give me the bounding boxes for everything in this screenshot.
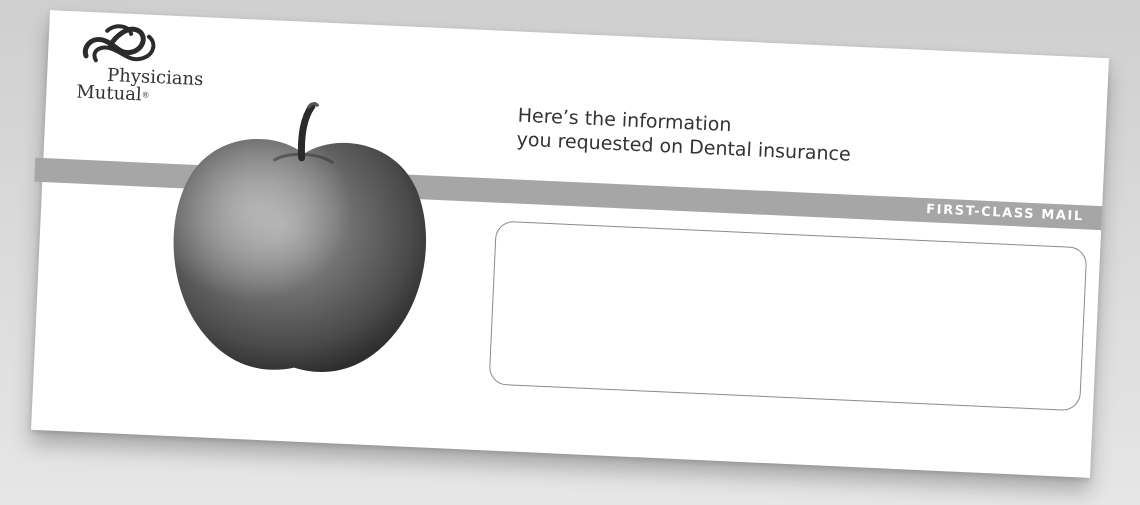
registered-mark: ®: [141, 90, 150, 100]
logo-mutual-text: Mutual: [75, 81, 143, 106]
apple-icon: [173, 101, 426, 372]
headline: Here’s the information you requested on …: [516, 104, 852, 167]
swirl-logo-icon: [82, 24, 156, 63]
background: FIRST-CLASS MAIL Physicians Mutual® Here…: [0, 0, 1140, 505]
address-window: [488, 220, 1088, 412]
apple-image: [143, 85, 456, 398]
first-class-mail-label: FIRST-CLASS MAIL: [925, 202, 1085, 225]
envelope: FIRST-CLASS MAIL Physicians Mutual® Here…: [31, 10, 1109, 478]
